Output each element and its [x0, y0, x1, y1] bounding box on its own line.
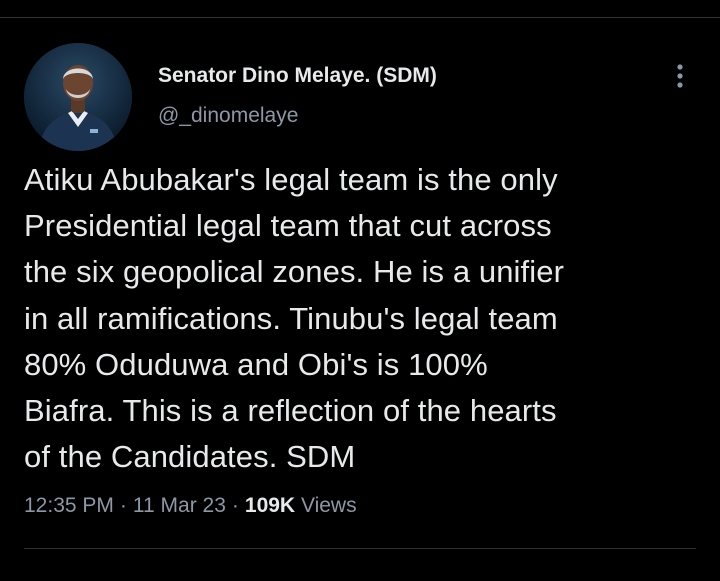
tweet-date[interactable]: 11 Mar 23 [133, 494, 226, 517]
tweet-text-line: of the Candidates. SDM [24, 439, 356, 475]
tweet-text-line: Biafra. This is a reflection of the hear… [24, 393, 557, 429]
views-count[interactable]: 109K [245, 494, 295, 517]
author-handle[interactable]: @_dinomelaye [158, 104, 298, 128]
meta-separator: · [119, 494, 127, 517]
author-display-name[interactable]: Senator Dino Melaye. (SDM) [158, 64, 437, 88]
views-label[interactable]: Views [301, 494, 357, 517]
top-divider [0, 17, 720, 18]
tweet-time[interactable]: 12:35 PM [24, 494, 114, 517]
more-options-icon[interactable] [668, 60, 692, 92]
tweet-text-line: Presidential legal team that cut across [24, 208, 552, 244]
tweet-text: Atiku Abubakar's legal team is the only … [24, 157, 704, 480]
tweet-text-line: 80% Oduduwa and Obi's is 100% [24, 346, 488, 382]
tweet-text-line: the six geopolical zones. He is a unifie… [24, 254, 564, 290]
avatar[interactable] [24, 43, 132, 151]
tweet-text-line: Atiku Abubakar's legal team is the only [24, 162, 558, 197]
tweet-text-line: in all ramifications. Tinubu's legal tea… [24, 300, 558, 336]
bottom-divider [24, 548, 696, 549]
meta-separator: · [231, 494, 239, 517]
profile-photo-icon [24, 43, 132, 151]
tweet-meta: 12:35 PM · 11 Mar 23 · 109K Views [24, 494, 357, 518]
